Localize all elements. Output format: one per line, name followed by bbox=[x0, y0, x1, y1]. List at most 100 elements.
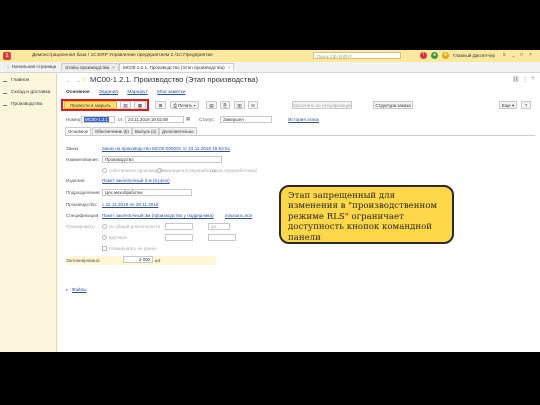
history-icon[interactable]: ● bbox=[431, 52, 438, 59]
department-label: Подразделение: bbox=[66, 190, 101, 195]
plan-not-earlier-option[interactable]: планировать не ранее bbox=[102, 246, 157, 252]
report-icon[interactable]: ▤ bbox=[206, 101, 217, 109]
order-label: Заказ: bbox=[66, 146, 80, 151]
nav-link-route[interactable]: Маршрут bbox=[127, 90, 147, 95]
plan-manual-option[interactable]: вручную bbox=[102, 235, 127, 241]
production-period-label: Производство: bbox=[66, 202, 98, 207]
maximize-icon[interactable]: □ bbox=[520, 52, 523, 58]
pass-to-processing-label: передача в переработку bbox=[164, 168, 216, 173]
manual-to-field[interactable] bbox=[208, 234, 236, 241]
favorites-icon[interactable]: ★ bbox=[442, 52, 449, 59]
notifications-icon[interactable]: ! bbox=[420, 52, 427, 59]
radio-icon bbox=[102, 168, 107, 174]
nav-link-notes[interactable]: Мои заметки bbox=[157, 90, 185, 95]
help-button[interactable]: ? bbox=[521, 101, 531, 109]
status-select[interactable]: Завершен bbox=[220, 116, 272, 123]
forward-arrow-icon[interactable]: → bbox=[75, 78, 81, 84]
tab-label: МС00-1.2.1. Производство (Этап производс… bbox=[123, 65, 225, 70]
planned-label: Запланировано: bbox=[66, 258, 101, 263]
date-field[interactable]: 23.11.2018 19:02:58 bbox=[125, 116, 184, 123]
menu-icon bbox=[3, 101, 7, 106]
name-field[interactable]: Производство bbox=[102, 156, 222, 163]
structure-icon[interactable]: ⊞ bbox=[155, 101, 166, 109]
tab-production-stages[interactable]: Этапы производства × bbox=[61, 63, 119, 71]
back-arrow-icon[interactable]: ← bbox=[66, 78, 72, 84]
tab-current-doc[interactable]: МС00-1.2.1. Производство (Этап производс… bbox=[119, 63, 235, 71]
link-icon[interactable]: ⛓ bbox=[512, 76, 520, 83]
close-tab-icon[interactable]: × bbox=[112, 65, 115, 70]
radio-icon bbox=[102, 235, 107, 241]
specification-link[interactable]: Пакет заклепочный 3м (производство у под… bbox=[102, 213, 214, 218]
favorite-star-icon[interactable]: ☆ bbox=[82, 76, 87, 83]
production-period-link[interactable]: с 22.11.2018 по 29.11.2018 bbox=[102, 202, 158, 207]
tab-home[interactable]: ⌂ Начальная страница bbox=[4, 63, 59, 71]
settings-icon[interactable]: ≡ bbox=[503, 52, 506, 58]
history-link[interactable]: История этапа bbox=[288, 117, 319, 122]
app-title: Демонстрационная база / 1С:ERP Управлени… bbox=[32, 53, 213, 58]
tab-provision[interactable]: Обеспечение (6) bbox=[92, 127, 132, 135]
tasks-icon[interactable]: ▥ bbox=[234, 101, 245, 109]
home-icon: ⌂ bbox=[7, 64, 10, 69]
number-field[interactable]: МС00-1.2.1 bbox=[81, 116, 115, 123]
show-all-link[interactable]: показать все bbox=[225, 213, 252, 218]
close-tab-icon[interactable]: × bbox=[228, 65, 231, 70]
sidebar-item-production[interactable]: Производство bbox=[3, 101, 42, 107]
name-label: Наименование: bbox=[66, 157, 100, 162]
duration-field[interactable] bbox=[165, 223, 193, 230]
more-label: Еще bbox=[501, 103, 511, 108]
menu-icon bbox=[3, 77, 7, 82]
form-tabs: Основное Обеспечение (6) Выпуск (2) Допо… bbox=[65, 127, 535, 136]
number-value: МС00-1.2.1 bbox=[84, 117, 109, 122]
files-expand-icon[interactable]: ▸ bbox=[66, 287, 68, 293]
planned-quantity-field[interactable]: 2 000 bbox=[123, 256, 153, 263]
user-name[interactable]: Главный Диспетчер bbox=[453, 53, 495, 58]
nav-link-main[interactable]: Основное bbox=[66, 90, 90, 95]
tab-main[interactable]: Основное bbox=[65, 127, 92, 135]
app-logo-icon: 1 bbox=[3, 52, 11, 60]
sidebar-item-warehouse[interactable]: Склад и доставка bbox=[3, 89, 50, 95]
duration-unit-select[interactable]: дн. bbox=[208, 223, 230, 230]
pass-to-processing-option[interactable]: передача в переработку bbox=[157, 168, 216, 174]
more-button[interactable]: Еще ▾ bbox=[499, 101, 517, 109]
print-button[interactable]: ⎙ Печать ▾ bbox=[170, 101, 199, 109]
specification-label: Спецификация: bbox=[66, 213, 100, 218]
close-form-icon[interactable]: × bbox=[531, 76, 535, 82]
sidebar-item-main[interactable]: Главное bbox=[3, 77, 29, 83]
plan-total-duration-option[interactable]: по общей длительности bbox=[102, 224, 161, 230]
product-label: Изделие: bbox=[66, 178, 86, 183]
checkbox-icon bbox=[102, 246, 107, 252]
tab-output[interactable]: Выпуск (2) bbox=[132, 127, 160, 135]
tab-additional[interactable]: Дополнительно bbox=[159, 127, 197, 135]
plan-manual-label: вручную bbox=[109, 235, 127, 240]
command-panel: Провести и закрыть ▤ ▦ ⊞ ⎙ Печать ▾ ▤ ⎘ … bbox=[57, 98, 540, 112]
minimize-icon[interactable]: _ bbox=[512, 52, 515, 58]
send-icon[interactable]: ✉ bbox=[248, 101, 258, 109]
more-icon[interactable]: ⋮ bbox=[522, 76, 528, 83]
radio-icon bbox=[157, 168, 162, 174]
tab-bar: ⌂ Начальная страница Этапы производства × … bbox=[0, 62, 540, 73]
annotation-callout: Этап запрещенный для изменения в "произв… bbox=[279, 185, 454, 244]
app-window: 1 Демонстрационная база / 1С:ERP Управле… bbox=[0, 50, 540, 352]
attach-icon[interactable]: ⎘ bbox=[220, 101, 230, 109]
order-structure-button[interactable]: Структура заказа bbox=[373, 101, 413, 109]
tab-home-label: Начальная страница bbox=[11, 64, 57, 69]
calendar-icon[interactable]: ▦ bbox=[186, 116, 190, 122]
global-search-input[interactable]: Поиск Ctrl+Shift+F bbox=[313, 52, 401, 59]
planned-unit: шт bbox=[155, 258, 161, 263]
nav-link-tasks[interactable]: Задания bbox=[99, 90, 118, 95]
manual-from-field[interactable] bbox=[165, 234, 193, 241]
files-link[interactable]: Файлы bbox=[72, 287, 87, 292]
menu-icon bbox=[3, 89, 7, 94]
product-link[interactable]: Пакет заклепочный 3 м (в руло) bbox=[102, 178, 170, 183]
number-label: Номер: bbox=[66, 117, 82, 122]
fill-by-spec-button[interactable]: Заполнить по спецификации bbox=[292, 101, 352, 109]
status-label: Статус: bbox=[199, 117, 215, 122]
order-link[interactable]: Заказ на производство МС00-000001 от 23.… bbox=[102, 146, 230, 151]
highlight-frame bbox=[61, 99, 149, 111]
close-window-icon[interactable]: × bbox=[529, 52, 532, 58]
form-nav-links: Основное Задания Маршрут Мои заметки bbox=[66, 90, 194, 95]
plan-total-duration-label: по общей длительности bbox=[109, 224, 161, 229]
department-select[interactable]: Цех мехобработки bbox=[102, 189, 192, 196]
duration-unit-value: дн. bbox=[211, 224, 218, 229]
sidebar: Главное Склад и доставка Производство bbox=[0, 73, 57, 352]
